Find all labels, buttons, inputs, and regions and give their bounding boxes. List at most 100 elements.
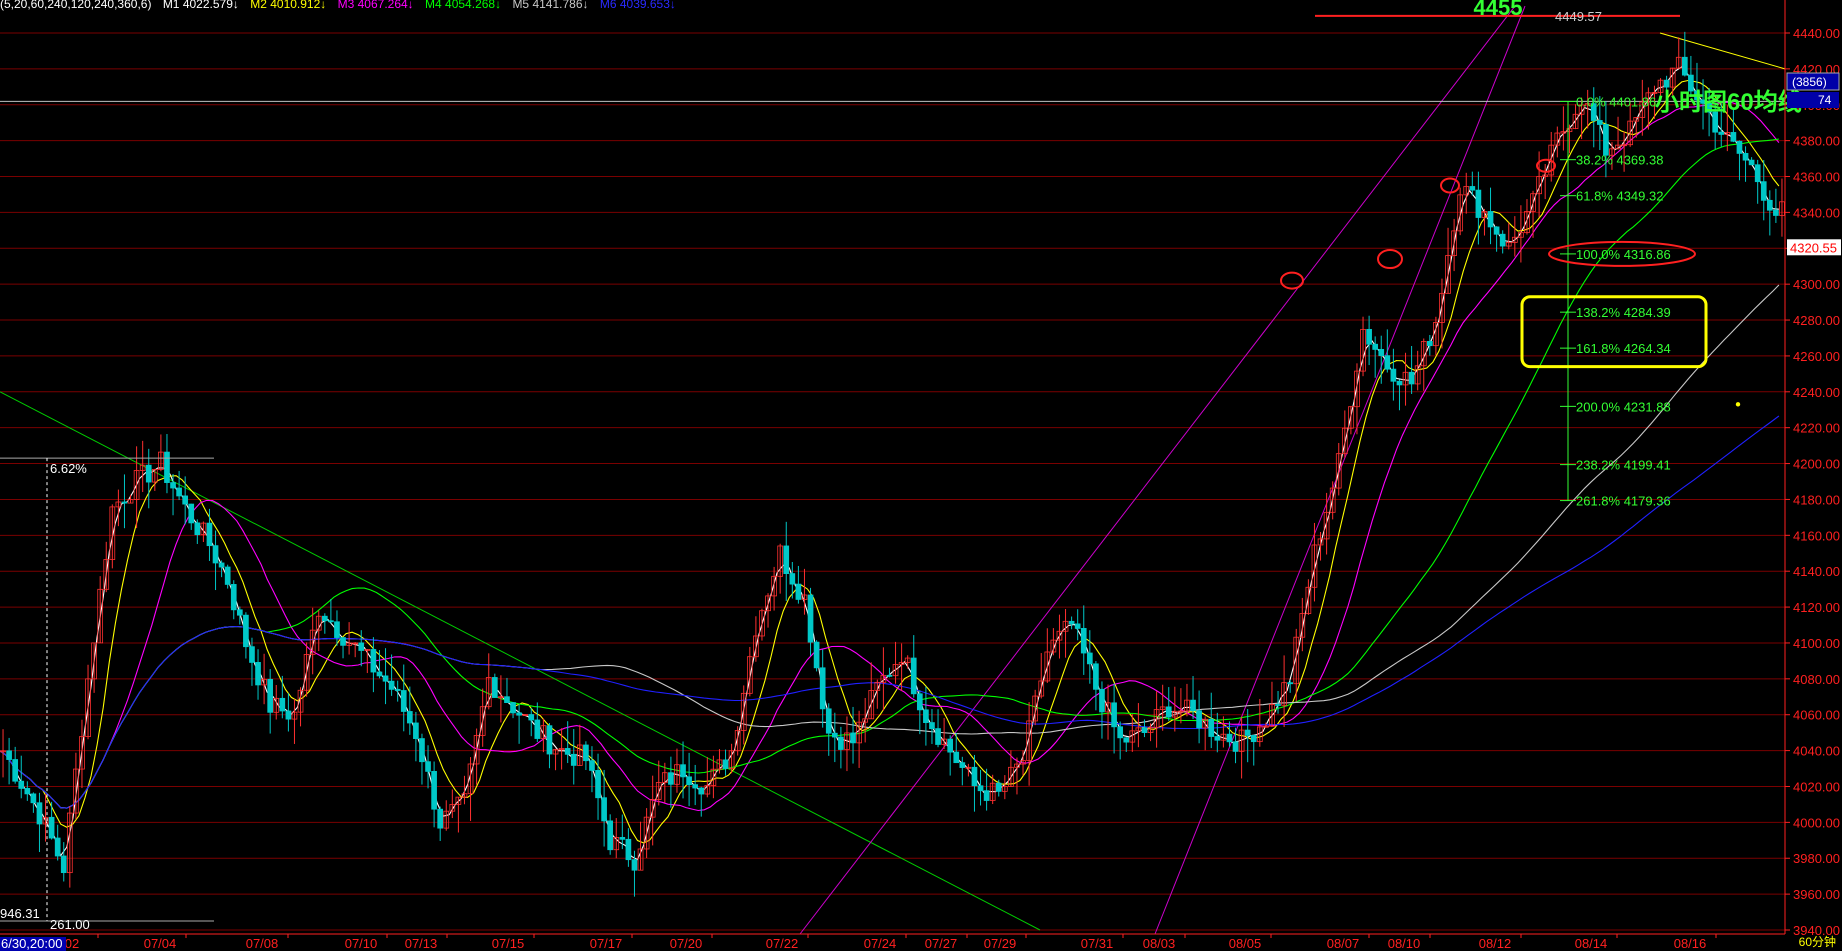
candle-body — [1074, 623, 1081, 629]
candle-body — [1748, 159, 1755, 166]
candle-body — [504, 696, 510, 704]
candle-body — [236, 609, 243, 616]
candle-body — [692, 784, 699, 789]
candle-body — [686, 776, 692, 786]
candle-body — [224, 566, 231, 585]
time-tick-label: 08/05 — [1229, 936, 1262, 951]
candle-body — [413, 722, 419, 739]
candle-body — [953, 751, 960, 764]
price-tick-label: 4160.00 — [1793, 528, 1840, 543]
candle-body — [1487, 211, 1494, 228]
time-tick-label: 07/27 — [925, 936, 958, 951]
candle-body — [1384, 355, 1391, 370]
ma6-value: M6 4039.653↓ — [599, 0, 676, 11]
time-tick-label: 07/10 — [345, 936, 378, 951]
candle-body — [340, 637, 346, 646]
candle-body — [60, 855, 67, 874]
candle-body — [995, 782, 1002, 792]
candle-body — [400, 690, 407, 712]
price-tick-label: 4300.00 — [1793, 277, 1840, 292]
range-percent-label: 6.62% — [50, 461, 87, 476]
ma2-value: M2 4010.912↓ — [250, 0, 327, 11]
candle-body — [825, 708, 832, 734]
candle-body — [437, 808, 444, 829]
candle-body — [394, 688, 401, 691]
candle-body — [206, 522, 213, 547]
candle-body — [1742, 153, 1749, 161]
candle-body — [916, 693, 923, 711]
candle-body — [12, 759, 19, 782]
candle-body — [789, 573, 796, 585]
price-tick-label: 4340.00 — [1793, 205, 1840, 220]
candle-body — [218, 562, 225, 568]
candle-body — [819, 667, 826, 710]
candle-body — [1196, 710, 1202, 729]
candle-body — [1603, 124, 1609, 156]
candle-body — [1165, 706, 1172, 718]
candlestick-chart[interactable]: 0.0% 4401.86 38.2% 4369.38 61.8% 4349.32 10… — [0, 0, 1842, 951]
candle-body — [1093, 663, 1099, 690]
candle-body — [983, 790, 990, 801]
candle-body — [145, 464, 152, 483]
candle-body — [30, 793, 37, 804]
price-tick-label: 4120.00 — [1793, 600, 1840, 615]
time-tick-label: 08/14 — [1575, 936, 1608, 951]
price-tick-label: 4140.00 — [1793, 564, 1840, 579]
time-tick-label: 08/16 — [1674, 936, 1707, 951]
candle-body — [838, 736, 844, 750]
chart-background — [0, 0, 1842, 951]
candle-body — [358, 642, 365, 651]
candle-body — [406, 711, 413, 724]
candle-body — [1663, 79, 1670, 88]
candle-body — [625, 838, 632, 861]
candle-body — [1080, 628, 1087, 654]
candle-body — [24, 788, 31, 795]
fib-level-label: 138.2% 4284.39 — [1576, 305, 1671, 320]
candle-body — [850, 732, 856, 744]
fib-level-label: 200.0% 4231.88 — [1576, 399, 1671, 414]
price-tick-label: 4360.00 — [1793, 170, 1840, 185]
candle-body — [722, 759, 729, 769]
time-tick-label: 02 — [65, 936, 79, 951]
candle-body — [249, 646, 255, 663]
price-tick-label: 4200.00 — [1793, 457, 1840, 472]
indicator-header: (5,20,60,240,120,240,360,6) M1 4022.579↓… — [0, 0, 684, 11]
candle-body — [48, 816, 55, 839]
candle-body — [564, 748, 571, 755]
candle-body — [1250, 735, 1257, 743]
candle-body — [886, 674, 893, 677]
candle-body — [1086, 652, 1093, 665]
candle-body — [783, 545, 790, 574]
candle-body — [570, 753, 577, 766]
candle-body — [595, 770, 601, 799]
time-tick-label: 07/15 — [492, 936, 525, 951]
candle-body — [321, 615, 328, 622]
candle-body — [1396, 380, 1403, 386]
candle-body — [1730, 132, 1737, 142]
candle-body — [910, 657, 917, 695]
price-tick-label: 4440.00 — [1793, 26, 1840, 41]
candle-body — [54, 837, 61, 857]
candle-body — [1141, 727, 1148, 734]
candle-body — [188, 503, 195, 524]
marker-dot — [1735, 402, 1741, 407]
price-tick-label: 4240.00 — [1793, 385, 1840, 400]
candle-body — [1117, 726, 1124, 739]
candle-body — [977, 785, 984, 792]
candle-body — [1226, 733, 1233, 743]
candle-body — [121, 501, 128, 504]
candle-body — [1208, 718, 1215, 737]
time-tick-label: 07/20 — [670, 936, 703, 951]
candle-body — [1244, 729, 1251, 736]
candle-body — [1766, 199, 1773, 211]
candle-body — [1390, 368, 1397, 382]
candle-body — [388, 680, 395, 690]
ma3-value: M3 4067.264↓ — [337, 0, 414, 11]
candle-body — [1736, 140, 1743, 154]
candle-body — [1718, 131, 1725, 135]
candle-body — [619, 837, 626, 840]
time-tick-label: 08/03 — [1143, 936, 1176, 951]
fib-level-label: 38.2% 4369.38 — [1576, 153, 1663, 168]
range-ref-label: 261.00 — [50, 917, 90, 932]
candle-body — [255, 662, 261, 686]
